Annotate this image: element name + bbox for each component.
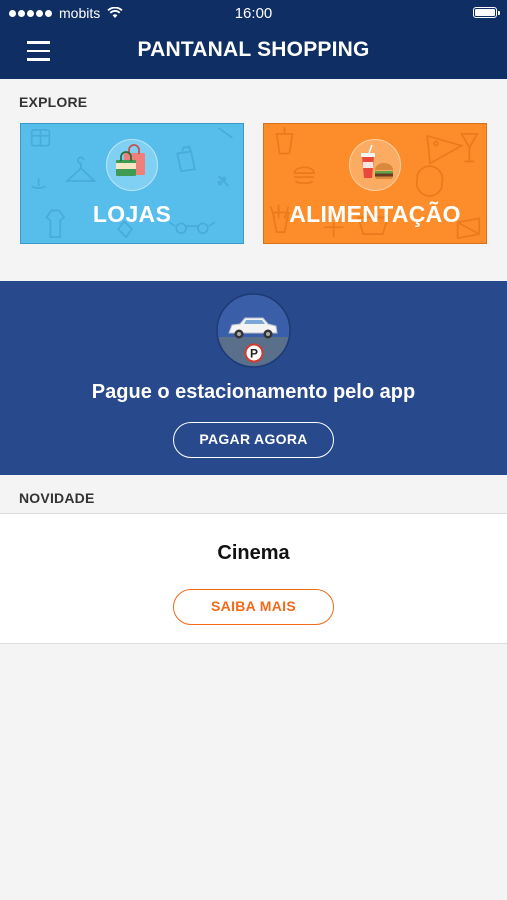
pagar-agora-button[interactable]: PAGAR AGORA [173,422,334,458]
novidade-title: Cinema [217,542,290,564]
parking-banner: P Pague o estacionamento pelo app PAGAR … [0,281,507,475]
battery-icon [473,7,500,18]
app-header: mobits 16:00 PANTANAL SHOPPING [0,0,507,79]
shopping-bags-icon [106,139,158,191]
alimentacao-tile[interactable]: ALIMENTAÇÃO [263,123,487,244]
alimentacao-label: ALIMENTAÇÃO [289,201,461,227]
lojas-label: LOJAS [92,201,172,227]
food-drink-icon [349,139,401,191]
car-parking-icon: P [216,293,291,368]
page-title: PANTANAL SHOPPING [137,38,370,61]
lojas-tile[interactable]: LOJAS [20,123,244,244]
svg-text:P: P [250,347,258,361]
status-time: 16:00 [234,5,273,22]
parking-message: Pague o estacionamento pelo app [91,381,416,403]
saiba-mais-button[interactable]: SAIBA MAIS [173,589,334,625]
novidade-section-label: NOVIDADE [19,490,95,506]
status-bar: mobits 16:00 [0,0,507,26]
explore-section-label: EXPLORE [19,94,88,110]
novidade-card: Cinema SAIBA MAIS [0,513,507,644]
